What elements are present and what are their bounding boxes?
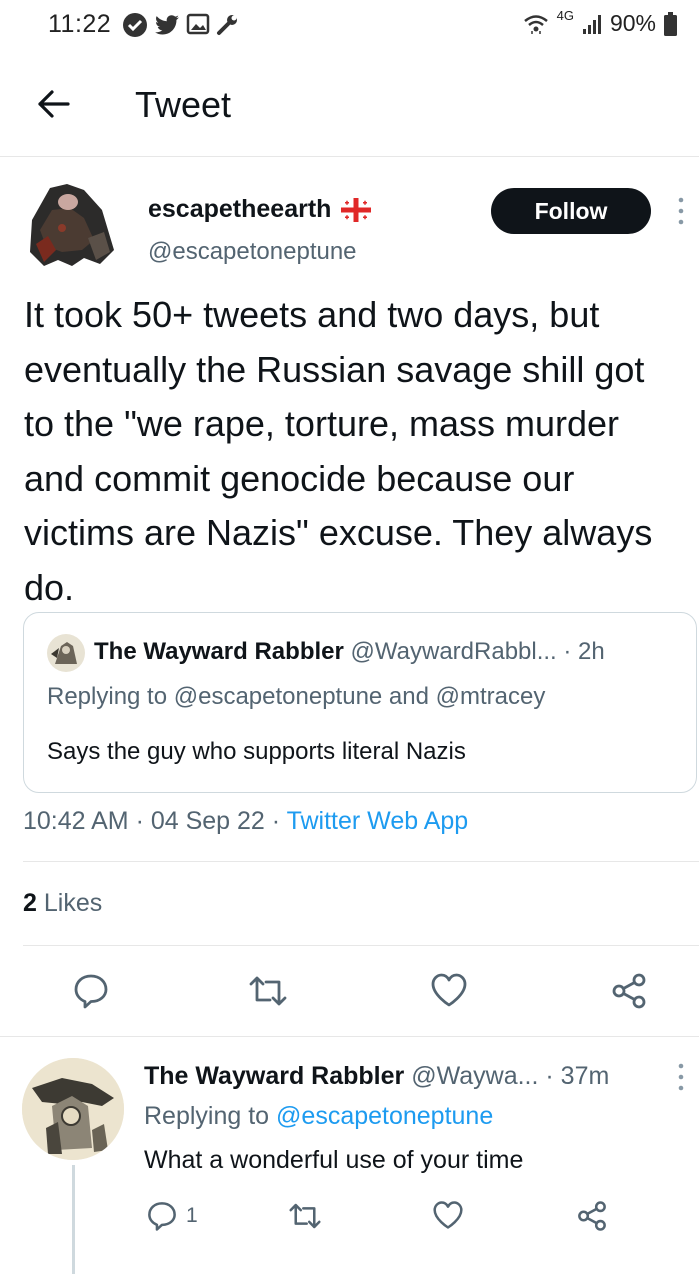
battery-icon [664,11,677,36]
author-name[interactable]: escapetheearth [148,195,372,224]
reply-author-avatar[interactable] [22,1058,124,1160]
more-vertical-icon [678,197,684,225]
retweet-button[interactable] [248,972,288,1015]
reply-icon [148,1202,176,1231]
reply-share-button[interactable] [576,1200,608,1232]
timestamp-text: 10:42 AM · 04 Sep 22 · [23,807,287,835]
back-button[interactable] [36,88,70,125]
wrench-icon [217,15,237,35]
wifi-icon [523,14,548,34]
likes-label: Likes [43,889,103,917]
follow-button[interactable]: Follow [491,188,651,234]
georgia-flag-icon [341,197,372,222]
author-handle[interactable]: @escapetoneptune [148,238,357,266]
network-type: 4G [556,8,574,23]
reply-retweet-button[interactable] [288,1200,322,1232]
signal-icon [582,14,601,34]
header-divider [0,156,699,157]
battery-percent: 90% [609,10,656,36]
reply-text: What a wonderful use of your time [144,1146,524,1174]
reply-count: 1 [186,1204,198,1227]
reply-button[interactable] [72,972,110,1015]
twitter-bird-icon [155,15,179,35]
source-link[interactable]: Twitter Web App [287,807,469,835]
like-icon [431,973,467,1007]
reply-handle-time: @Waywa... · 37m [411,1062,610,1090]
reply-like-button[interactable] [432,1200,464,1230]
replying-handle-link[interactable]: @escapetoneptune [276,1102,493,1130]
status-time: 11:22 [48,10,112,38]
check-circle-icon [123,13,147,37]
tweet-timestamp: 10:42 AM · 04 Sep 22 · Twitter Web App [23,807,468,836]
thread-line [72,1165,75,1274]
quoted-handle-time: @WaywardRabbl... · 2h [350,638,605,665]
tweet-more-button[interactable] [676,196,686,231]
tweet-text: It took 50+ tweets and two days, but eve… [24,294,653,608]
like-icon [433,1201,463,1229]
replying-prefix: Replying to [144,1102,277,1130]
share-button[interactable] [610,972,648,1015]
meta-divider [23,861,699,862]
reply-reply-button[interactable]: 1 [146,1200,198,1232]
reply-icon [74,974,108,1009]
retweet-icon [249,976,287,1006]
reply-author-name[interactable]: The Wayward Rabbler [144,1062,404,1090]
author-avatar[interactable] [22,180,122,270]
status-system-icons: 4G 90% [523,8,677,37]
reply-header: The Wayward Rabbler @Waywa... · 37m [144,1062,609,1091]
likes-count[interactable]: 2 Likes [23,889,102,918]
likes-divider [23,945,699,946]
reply-more-button[interactable] [676,1062,686,1097]
quoted-avatar [47,634,85,672]
more-vertical-icon [678,1063,684,1091]
quoted-author-name: The Wayward Rabbler [94,638,344,665]
actions-divider [0,1036,699,1037]
like-button[interactable] [430,972,468,1013]
quoted-text: Says the guy who supports literal Nazis [47,738,466,765]
page-title: Tweet [135,84,232,125]
likes-number: 2 [23,889,37,917]
share-icon [612,973,646,1009]
author-name-text: escapetheearth [148,195,332,223]
quoted-header: The Wayward Rabbler @WaywardRabbl... · 2… [94,638,605,666]
back-arrow-icon [38,90,70,118]
reply-replying-to: Replying to @escapetoneptune [144,1102,493,1131]
quoted-replying-to: Replying to @escapetoneptune and @mtrace… [47,683,546,710]
share-icon [578,1201,606,1231]
retweet-icon [289,1203,321,1229]
status-notification-icons [122,12,240,38]
gallery-icon [186,13,210,35]
